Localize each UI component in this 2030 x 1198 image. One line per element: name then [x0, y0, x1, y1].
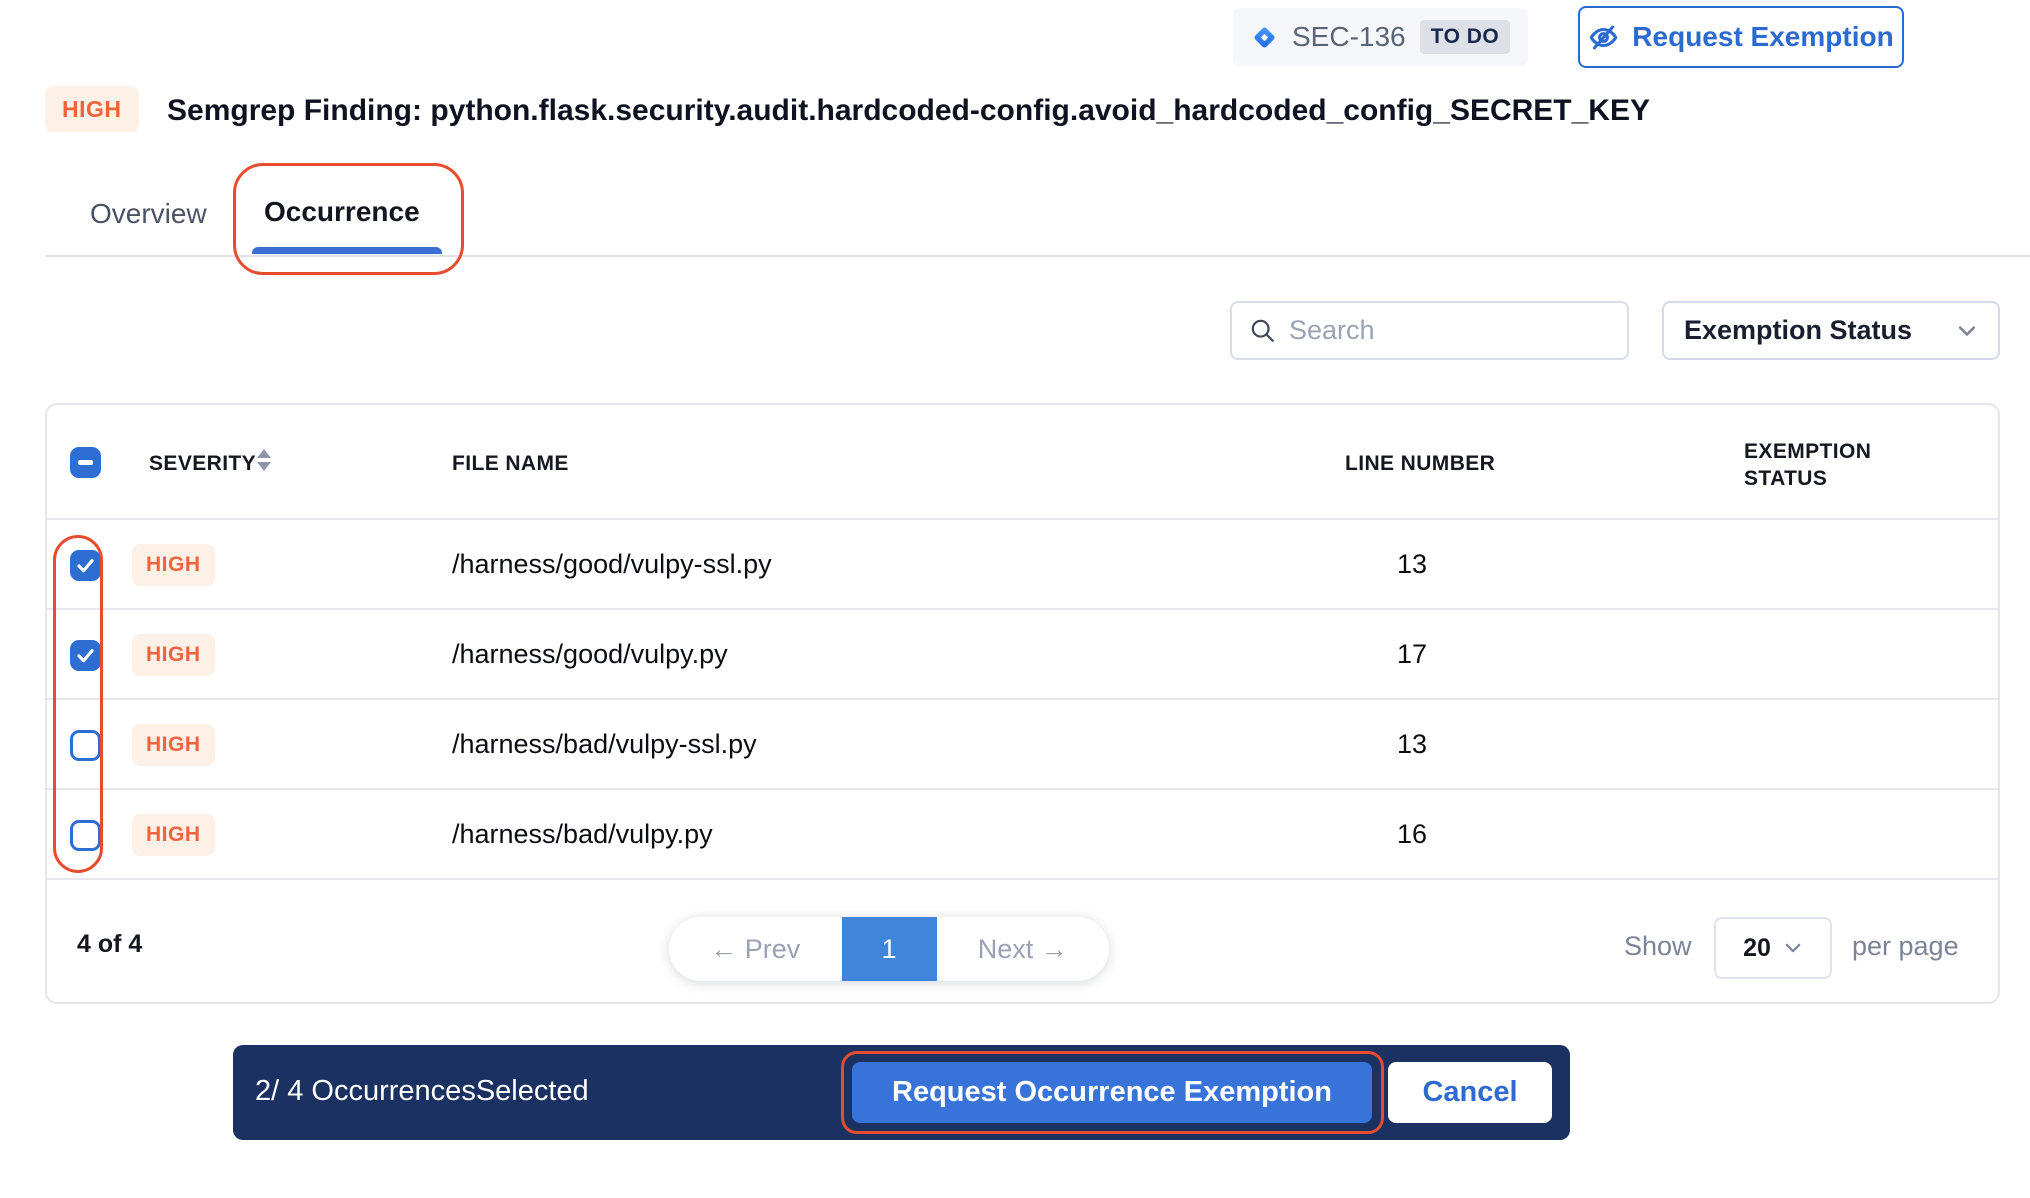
next-page-button[interactable]: Next →: [937, 934, 1110, 965]
jira-issue-key: SEC-136: [1292, 21, 1406, 53]
per-page-label: per page: [1852, 931, 1959, 962]
request-exemption-button[interactable]: Request Exemption: [1578, 6, 1904, 68]
column-header-line-number: LINE NUMBER: [1345, 452, 1495, 476]
next-label: Next: [978, 934, 1034, 964]
exemption-status-filter-label: Exemption Status: [1684, 315, 1912, 346]
occurrences-table: SEVERITY FILE NAME LINE NUMBER EXEMPTION…: [45, 403, 2000, 1004]
row-checkbox[interactable]: [70, 820, 101, 851]
pagination: ← Prev 1 Next →: [669, 917, 1109, 981]
severity-badge: HIGH: [132, 544, 215, 586]
tab-overview[interactable]: Overview: [90, 198, 207, 230]
prev-label: Prev: [745, 934, 801, 964]
page-size-select[interactable]: 20: [1714, 917, 1832, 979]
select-all-checkbox[interactable]: [70, 447, 101, 478]
request-exemption-label: Request Exemption: [1632, 21, 1893, 53]
chevron-down-icon: [1783, 938, 1803, 958]
request-occurrence-exemption-button[interactable]: Request Occurrence Exemption: [852, 1062, 1372, 1123]
cancel-button[interactable]: Cancel: [1388, 1062, 1552, 1123]
selection-summary: 2/ 4 OccurrencesSelected: [255, 1075, 589, 1108]
severity-badge: HIGH: [132, 814, 215, 856]
file-name-cell: /harness/good/vulpy-ssl.py: [452, 549, 772, 580]
table-row[interactable]: HIGH /harness/good/vulpy-ssl.py 13: [47, 520, 1998, 610]
check-icon: [75, 645, 96, 666]
table-header-row: SEVERITY FILE NAME LINE NUMBER EXEMPTION…: [47, 405, 1998, 520]
search-icon: [1248, 316, 1277, 345]
line-number-cell: 16: [1377, 819, 1447, 850]
row-checkbox[interactable]: [70, 730, 101, 761]
selection-action-bar: 2/ 4 OccurrencesSelected Request Occurre…: [233, 1045, 1570, 1140]
severity-badge: HIGH: [132, 724, 215, 766]
file-name-cell: /harness/bad/vulpy-ssl.py: [452, 729, 757, 760]
chevron-down-icon: [1956, 320, 1978, 342]
column-header-file-name: FILE NAME: [452, 452, 569, 476]
column-header-severity: SEVERITY: [149, 452, 256, 476]
column-header-exemption-status: EXEMPTION STATUS: [1744, 438, 1909, 493]
search-box: [1230, 301, 1629, 360]
table-footer: 4 of 4 ← Prev 1 Next → Show 20 per page: [47, 880, 1998, 1006]
arrow-right-icon: →: [1041, 934, 1068, 964]
arrow-left-icon: ←: [710, 934, 737, 964]
finding-details-page: SEC-136 TO DO Request Exemption HIGH Sem…: [0, 0, 2030, 1198]
check-icon: [75, 555, 96, 576]
sort-severity-icon[interactable]: [257, 449, 271, 471]
sort-ascending-arrow: [257, 449, 271, 458]
sort-descending-arrow: [257, 462, 271, 471]
row-count: 4 of 4: [77, 930, 142, 959]
prev-page-button[interactable]: ← Prev: [669, 934, 842, 965]
tabs-divider: [45, 255, 2030, 257]
line-number-cell: 13: [1377, 729, 1447, 760]
row-checkbox[interactable]: [70, 550, 101, 581]
severity-badge: HIGH: [45, 86, 139, 132]
page-title: Semgrep Finding: python.flask.security.a…: [167, 94, 1650, 128]
show-label: Show: [1624, 931, 1692, 962]
page-size-value: 20: [1743, 934, 1771, 963]
file-name-cell: /harness/good/vulpy.py: [452, 639, 728, 670]
exemption-status-filter[interactable]: Exemption Status: [1662, 301, 2000, 360]
file-name-cell: /harness/bad/vulpy.py: [452, 819, 713, 850]
row-checkbox[interactable]: [70, 640, 101, 671]
search-input[interactable]: [1289, 315, 1611, 346]
page-number-button[interactable]: 1: [842, 917, 937, 981]
table-row[interactable]: HIGH /harness/good/vulpy.py 17: [47, 610, 1998, 700]
eye-slash-icon: [1588, 22, 1619, 53]
line-number-cell: 17: [1377, 639, 1447, 670]
indeterminate-dash-icon: [78, 460, 93, 465]
jira-icon: [1251, 24, 1278, 51]
table-row[interactable]: HIGH /harness/bad/vulpy.py 16: [47, 790, 1998, 880]
active-tab-underline: [252, 247, 442, 254]
table-row[interactable]: HIGH /harness/bad/vulpy-ssl.py 13: [47, 700, 1998, 790]
tab-occurrence[interactable]: Occurrence: [264, 196, 420, 228]
jira-ticket-chip[interactable]: SEC-136 TO DO: [1233, 8, 1528, 66]
jira-status-badge: TO DO: [1420, 20, 1511, 54]
line-number-cell: 13: [1377, 549, 1447, 580]
severity-badge: HIGH: [132, 634, 215, 676]
